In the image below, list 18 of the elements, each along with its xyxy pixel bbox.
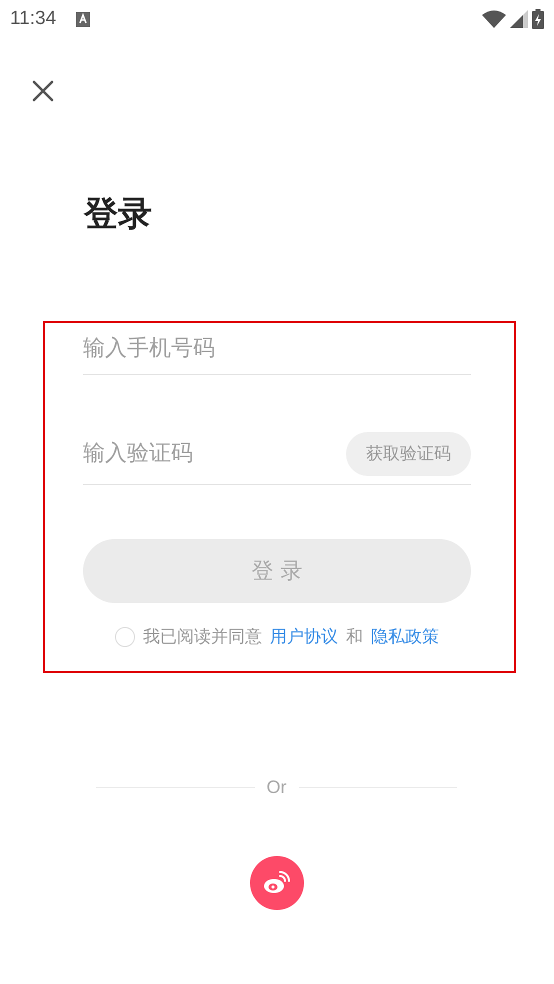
signal-icon xyxy=(510,10,528,28)
or-label: Or xyxy=(266,777,286,798)
social-login-button[interactable] xyxy=(250,856,304,910)
close-icon[interactable] xyxy=(31,79,55,103)
privacy-policy-link[interactable]: 隐私政策 xyxy=(371,625,439,648)
eye-waves-icon xyxy=(263,871,291,895)
keyboard-icon xyxy=(76,12,90,26)
wifi-icon xyxy=(482,10,506,28)
page-title: 登录 xyxy=(84,193,153,236)
and-text: 和 xyxy=(346,626,363,648)
phone-input-field[interactable]: 输入手机号码 xyxy=(83,323,471,375)
agree-text: 我已阅读并同意 xyxy=(143,626,262,648)
status-time: 11:34 xyxy=(10,8,56,30)
agree-checkbox[interactable] xyxy=(115,626,135,646)
user-agreement-link[interactable]: 用户协议 xyxy=(270,625,338,648)
code-input-field[interactable]: 输入验证码 获取验证码 xyxy=(83,423,471,485)
battery-icon xyxy=(532,9,544,29)
get-code-button[interactable]: 获取验证码 xyxy=(346,432,471,476)
